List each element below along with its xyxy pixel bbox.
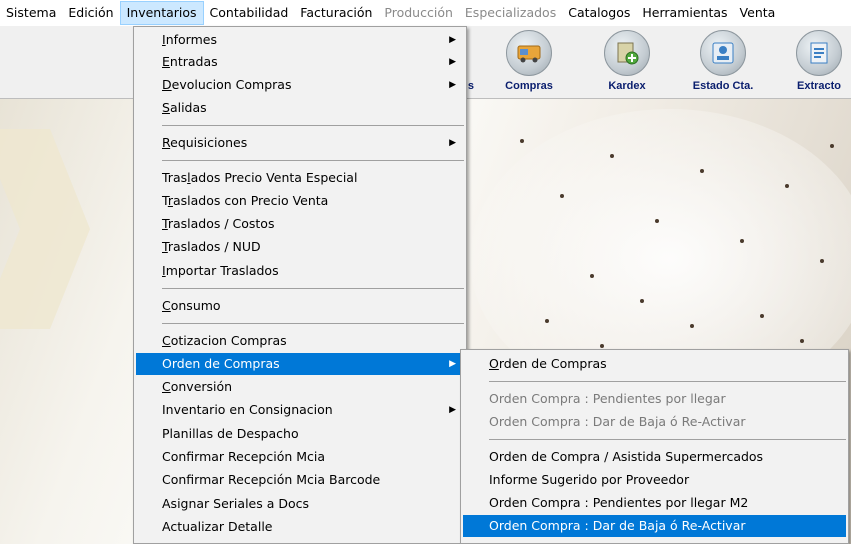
menu-item-importar-traslados[interactable]: Importar Traslados <box>136 260 464 282</box>
menu-edicion[interactable]: Edición <box>62 1 119 25</box>
menu-item-cotizacion-compras[interactable]: Cotizacion Compras <box>136 330 464 352</box>
inventarios-dropdown: Informes ▶ Entradas ▶ Devolucion Compras ▶ … <box>133 26 467 544</box>
fabric-dot <box>830 144 834 148</box>
menu-bar: Sistema Edición Inventarios Contabilidad… <box>0 0 851 26</box>
submenu-item-pendientes[interactable]: Orden Compra : Pendientes por llegar <box>463 388 846 410</box>
submenu-item-pendientes-m2[interactable]: Orden Compra : Pendientes por llegar M2 <box>463 492 846 514</box>
menu-facturacion[interactable]: Facturación <box>294 1 378 25</box>
menu-produccion[interactable]: Producción <box>378 1 458 25</box>
submenu-item-orden-de-compras[interactable]: Orden de Compras <box>463 353 846 375</box>
submenu-item-dar-de-baja[interactable]: Orden Compra : Dar de Baja ó Re-Activar <box>463 515 846 537</box>
submenu-item-informe-sugerido[interactable]: Informe Sugerido por Proveedor <box>463 469 846 491</box>
toolbar-label-estado-cta: Estado Cta. <box>692 80 754 92</box>
fabric-dot <box>740 239 744 243</box>
menu-item-devolucion-compras[interactable]: Devolucion Compras ▶ <box>136 74 464 96</box>
fabric-dot <box>560 194 564 198</box>
menu-separator <box>489 381 846 382</box>
menu-item-consumo[interactable]: Consumo <box>136 295 464 317</box>
fabric-dot <box>690 324 694 328</box>
fabric-dot <box>640 299 644 303</box>
menu-separator <box>162 288 464 289</box>
fabric-dot <box>600 344 604 348</box>
toolbar-button-kardex[interactable]: Kardex <box>592 28 662 96</box>
submenu-arrow-icon: ▶ <box>449 138 456 148</box>
submenu-arrow-icon: ▶ <box>449 80 456 90</box>
menu-separator <box>162 125 464 126</box>
submenu-arrow-icon: ▶ <box>449 35 456 45</box>
menu-especializados[interactable]: Especializados <box>459 1 562 25</box>
menu-contabilidad[interactable]: Contabilidad <box>204 1 295 25</box>
menu-inventarios[interactable]: Inventarios <box>119 1 204 25</box>
menu-venta[interactable]: Venta <box>734 1 782 25</box>
menu-item-entradas[interactable]: Entradas ▶ <box>136 51 464 73</box>
menu-item-conversion[interactable]: Conversión <box>136 376 464 398</box>
fabric-dot <box>655 219 659 223</box>
document-icon <box>796 30 842 76</box>
toolbar-label-kardex: Kardex <box>608 80 646 92</box>
menu-item-planillas-despacho[interactable]: Planillas de Despacho <box>136 423 464 445</box>
submenu-arrow-icon: ▶ <box>449 359 456 369</box>
fabric-dot <box>520 139 524 143</box>
orden-compras-submenu: Orden de Compras Orden Compra : Pendient… <box>460 349 849 544</box>
toolbar-label-extracto: Extracto <box>796 80 842 92</box>
truck-icon <box>506 30 552 76</box>
submenu-arrow-icon: ▶ <box>449 57 456 67</box>
fabric-dot <box>760 314 764 318</box>
menu-item-confirmar-recepcion-barcode[interactable]: Confirmar Recepción Mcia Barcode <box>136 469 464 491</box>
logo-chevron-shape <box>0 129 90 329</box>
fabric-dot <box>700 169 704 173</box>
toolbar-button-estado-cta[interactable]: Estado Cta. <box>688 28 758 96</box>
submenu-arrow-icon: ▶ <box>449 405 456 415</box>
menu-item-informes[interactable]: Informes ▶ <box>136 29 464 51</box>
menu-item-traslados-precio[interactable]: Traslados con Precio Venta <box>136 190 464 212</box>
toolbar-button-extracto[interactable]: Extracto <box>784 28 851 96</box>
menu-item-salidas[interactable]: Salidas <box>136 97 464 119</box>
fabric-dot <box>820 259 824 263</box>
menu-catalogos[interactable]: Catalogos <box>562 1 636 25</box>
menu-item-inventario-consignacion[interactable]: Inventario en Consignacion ▶ <box>136 399 464 421</box>
fabric-dot <box>610 154 614 158</box>
fabric-dot <box>785 184 789 188</box>
menu-sistema[interactable]: Sistema <box>0 1 62 25</box>
submenu-item-dar-de-baja-disabled[interactable]: Orden Compra : Dar de Baja ó Re-Activar <box>463 411 846 433</box>
fabric-dot <box>800 339 804 343</box>
menu-item-traslados-especial[interactable]: Traslados Precio Venta Especial <box>136 167 464 189</box>
menu-item-traslados-costos[interactable]: Traslados / Costos <box>136 213 464 235</box>
submenu-item-asistida-supermercados[interactable]: Orden de Compra / Asistida Supermercados <box>463 446 846 468</box>
menu-item-traslados-nud[interactable]: Traslados / NUD <box>136 236 464 258</box>
menu-separator <box>489 439 846 440</box>
toolbar-button-compras[interactable]: Compras <box>494 28 564 96</box>
menu-herramientas[interactable]: Herramientas <box>636 1 733 25</box>
toolbar-label-compras: Compras <box>505 80 553 92</box>
menu-item-requisiciones[interactable]: Requisiciones ▶ <box>136 132 464 154</box>
fabric-dot <box>545 319 549 323</box>
menu-item-confirmar-recepcion[interactable]: Confirmar Recepción Mcia <box>136 446 464 468</box>
menu-item-actualizar-detalle[interactable]: Actualizar Detalle <box>136 516 464 538</box>
menu-separator <box>162 323 464 324</box>
menu-item-orden-de-compras[interactable]: Orden de Compras ▶ <box>136 353 464 375</box>
fabric-dot <box>590 274 594 278</box>
menu-separator <box>162 160 464 161</box>
document-add-icon <box>604 30 650 76</box>
id-card-icon <box>700 30 746 76</box>
menu-item-asignar-seriales[interactable]: Asignar Seriales a Docs <box>136 493 464 515</box>
